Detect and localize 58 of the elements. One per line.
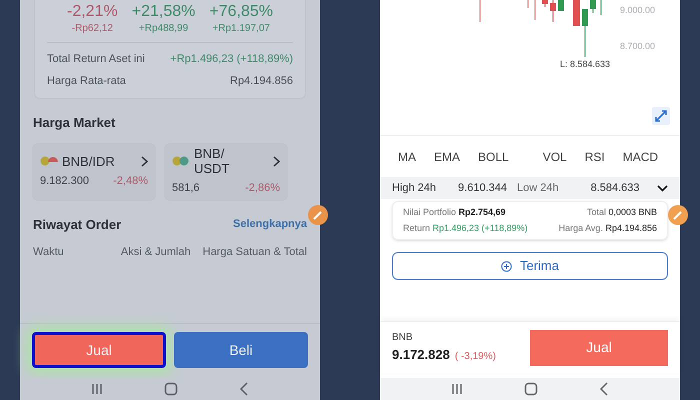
- indicator-tab[interactable]: EMA: [434, 148, 460, 166]
- chevron-right-icon: [141, 156, 148, 167]
- plus-circle-icon: [500, 260, 512, 272]
- stat-value: 9.610.344: [458, 180, 507, 196]
- back-icon[interactable]: [239, 382, 250, 396]
- summary-value: Rp4.194.856: [230, 74, 293, 89]
- market-pair: BNB/IDR: [62, 154, 116, 169]
- indicator-tab[interactable]: VOL: [542, 148, 567, 166]
- summary-label: Harga Rata-rata: [47, 74, 126, 89]
- stat-label: Low 24h: [516, 180, 559, 196]
- column-header: Waktu: [33, 245, 65, 260]
- indicator-tab[interactable]: RSI: [584, 148, 605, 166]
- indicator-tab[interactable]: MACD: [622, 148, 658, 166]
- portfolio-label: Total 0,0003 BNB: [586, 206, 657, 219]
- buy-button[interactable]: Beli: [174, 332, 308, 368]
- receive-button[interactable]: Terima: [392, 252, 668, 280]
- chevron-right-icon: [273, 156, 280, 167]
- market-change: -2,48%: [113, 174, 148, 189]
- section-title: Riwayat Order: [33, 216, 122, 234]
- edit-icon[interactable]: [308, 205, 328, 225]
- asset-symbol: BNB: [392, 331, 414, 346]
- return-amount: +Rp1.197,07: [212, 22, 270, 36]
- market-card[interactable]: BNB/ USDT 581,6 -2,86%: [164, 142, 288, 200]
- return-amount: -Rp62,12: [72, 22, 113, 36]
- back-icon[interactable]: [599, 382, 610, 396]
- low-price-marker: L: 8.584.633: [560, 58, 610, 71]
- column-header: Aksi & Jumlah: [120, 245, 191, 260]
- section-title: Harga Market: [33, 114, 116, 132]
- indicator-tab[interactable]: MA: [398, 148, 416, 166]
- home-icon[interactable]: [164, 382, 178, 396]
- price-axis-label: 8.700.00: [620, 40, 656, 52]
- recent-apps-icon[interactable]: [450, 383, 463, 395]
- market-card[interactable]: BNB/IDR 9.182.300 -2,48%: [32, 142, 156, 200]
- portfolio-label: Nilai Portfolio Rp2.754,69: [403, 206, 506, 219]
- recent-apps-icon[interactable]: [90, 383, 103, 395]
- stat-label: High 24h: [392, 180, 436, 196]
- asset-change: ( -3,19%): [454, 350, 496, 364]
- return-percent: +76,85%: [209, 3, 273, 21]
- portfolio-label: Return Rp1.496,23 (+118,89%): [403, 222, 528, 235]
- chevron-down-icon[interactable]: [657, 184, 668, 192]
- portfolio-label: Harga Avg. Rp4.194.856: [558, 222, 657, 235]
- price-axis-label: 9.000.00: [620, 4, 656, 17]
- fullscreen-icon[interactable]: [652, 107, 670, 125]
- return-percent: +21,58%: [132, 3, 196, 21]
- market-price: 9.182.300: [40, 174, 89, 189]
- summary-label: Total Return Aset ini: [47, 52, 145, 67]
- home-icon[interactable]: [524, 382, 538, 396]
- market-pair: BNB/ USDT: [194, 146, 230, 176]
- indicator-tab[interactable]: BOLL: [478, 148, 509, 166]
- return-percent: -2,21%: [67, 3, 118, 21]
- return-amount: +Rp488,99: [138, 22, 188, 36]
- edit-icon[interactable]: [668, 205, 688, 225]
- summary-value: +Rp1.496,23 (+118,89%): [170, 52, 293, 67]
- market-change: -2,86%: [245, 181, 280, 196]
- market-price: 581,6: [172, 181, 200, 196]
- asset-price: 9.172.828: [392, 346, 450, 364]
- column-header: Harga Satuan & Total: [202, 245, 307, 260]
- stat-value: 8.584.633: [590, 180, 640, 196]
